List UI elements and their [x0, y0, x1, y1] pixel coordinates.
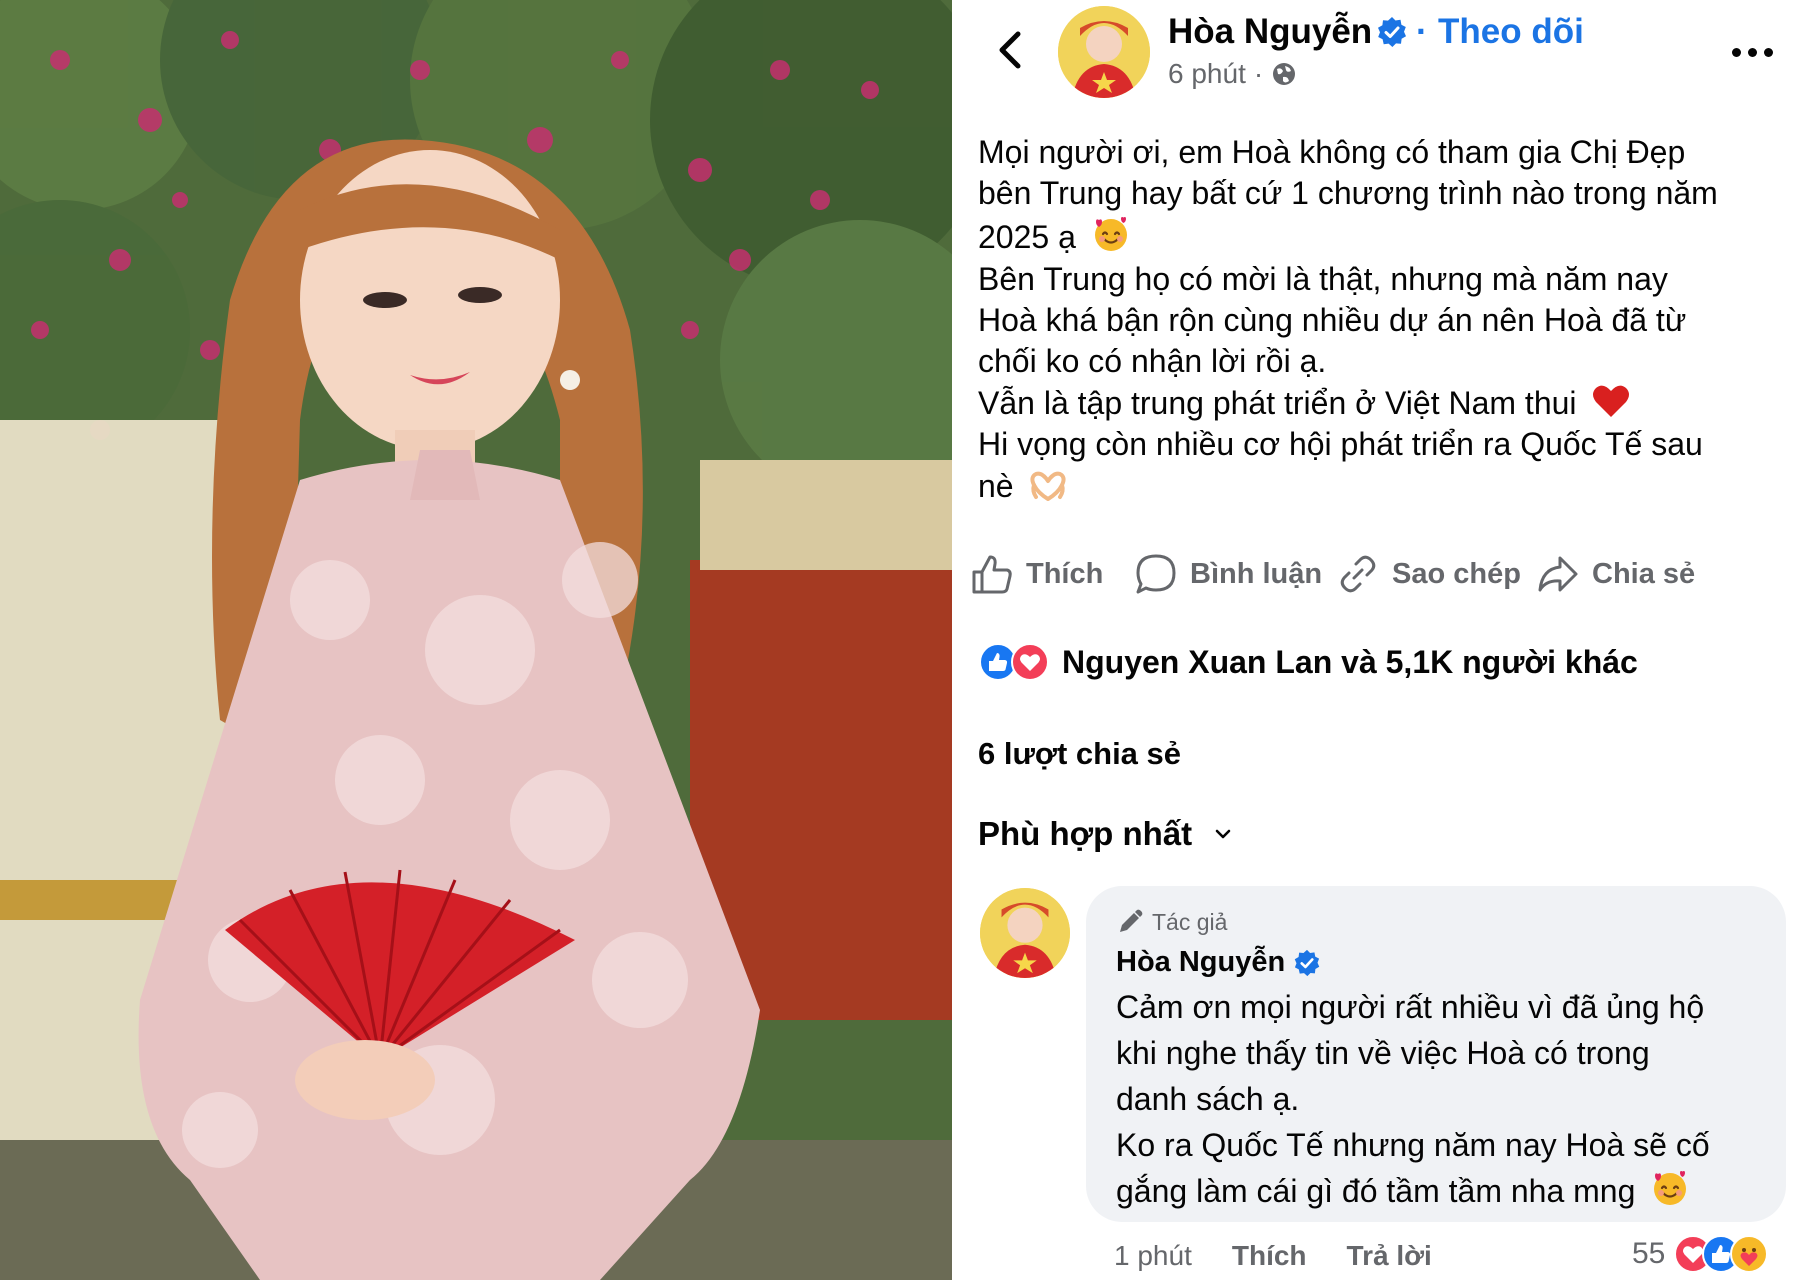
comment-line: danh sách ạ. — [1116, 1081, 1300, 1117]
comment-time[interactable]: 1 phút — [1114, 1240, 1192, 1272]
avatar-image — [1058, 6, 1150, 98]
back-button[interactable] — [988, 28, 1032, 72]
author-badge: Tác giả — [1116, 908, 1227, 936]
thumbs-up-icon — [972, 555, 1012, 594]
post-line: chối ko có nhận lời rồi ạ. — [978, 343, 1327, 380]
author-avatar[interactable] — [1058, 6, 1150, 98]
share-label: Chia sẻ — [1592, 557, 1696, 590]
comment-reaction-icons — [1673, 1234, 1769, 1274]
sort-label: Phù hợp nhất — [978, 815, 1193, 852]
more-dot-icon — [1731, 47, 1741, 57]
post-body: Mọi người ơi, em Hoà không có tham gia C… — [978, 132, 1788, 507]
comment-reply-button[interactable]: Trả lời — [1347, 1240, 1432, 1272]
pencil-icon — [1120, 909, 1143, 932]
post-meta: 6 phút · — [1168, 58, 1297, 90]
care-reaction-icon — [1730, 1235, 1769, 1273]
more-dot-icon — [1747, 47, 1757, 57]
author-name[interactable]: Hòa Nguyễn — [1168, 12, 1372, 52]
share-arrow-icon — [1538, 556, 1578, 592]
comment-line: Cảm ơn mọi người rất nhiều vì đã ủng hộ — [1116, 989, 1705, 1025]
post-line: Bên Trung họ có mời là thật, nhưng mà nă… — [978, 260, 1668, 297]
copy-link-button[interactable]: Sao chép — [1336, 546, 1521, 602]
post-time[interactable]: 6 phút — [1168, 58, 1246, 90]
reaction-icons — [978, 642, 1050, 682]
reactions-text: Nguyen Xuan Lan và 5,1K người khác — [1062, 643, 1638, 680]
post-panel: Hòa Nguyễn · Theo dõi 6 phút · Mọi người… — [952, 0, 1800, 1280]
post-line: Hi vọng còn nhiều cơ hội phát triển ra Q… — [978, 426, 1703, 463]
comment-sort-dropdown[interactable]: Phù hợp nhất — [978, 815, 1232, 853]
post-photo[interactable] — [0, 0, 952, 1280]
verified-badge-icon — [1378, 17, 1406, 47]
commenter-avatar[interactable] — [980, 888, 1070, 978]
link-icon — [1340, 555, 1376, 593]
post-line: Mọi người ơi, em Hoà không có tham gia C… — [978, 134, 1686, 170]
comment-label: Bình luận — [1190, 557, 1323, 590]
post-line: Vẫn là tập trung phát triển ở Việt Nam t… — [978, 382, 1788, 424]
comment-bubble: Tác giả Hòa Nguyễn Cảm ơn mọi người rất … — [1086, 886, 1786, 1222]
red-heart-icon — [1593, 385, 1630, 418]
comment-line: Ko ra Quốc Tế nhưng năm nay Hoà sẽ cố — [1116, 1127, 1710, 1163]
author-badge-label: Tác giả — [1152, 908, 1228, 935]
comment-reactions[interactable]: 55 — [1632, 1232, 1769, 1276]
shares-count[interactable]: 6 lượt chia sẻ — [978, 736, 1181, 772]
photo-illustration — [0, 0, 952, 1280]
smiling-face-with-hearts-icon — [1094, 217, 1127, 252]
like-button[interactable]: Thích — [970, 546, 1103, 602]
post-line: nè — [978, 466, 1788, 507]
globe-icon — [1273, 63, 1296, 85]
chevron-left-icon — [999, 31, 1021, 69]
comment-like-button[interactable]: Thích — [1232, 1240, 1307, 1272]
comment-author[interactable]: Hòa Nguyễn — [1116, 946, 1321, 979]
avatar-image — [980, 888, 1070, 978]
like-label: Thích — [1026, 557, 1104, 590]
comment-body: Cảm ơn mọi người rất nhiều vì đã ủng hộ … — [1116, 984, 1766, 1214]
header-separator: · — [1416, 12, 1428, 51]
follow-button[interactable]: Theo dõi — [1438, 12, 1584, 52]
reactions-summary[interactable]: Nguyen Xuan Lan và 5,1K người khác — [978, 642, 1638, 682]
post-line: Hoà khá bận rộn cùng nhiều dự án nên Hoà… — [978, 301, 1687, 338]
post-line: bên Trung hay bất cứ 1 chương trình nào … — [978, 175, 1718, 212]
more-dot-icon — [1763, 47, 1773, 57]
comment-actions: 1 phút Thích Trả lời — [1114, 1236, 1472, 1276]
smiling-face-with-hearts-icon — [1654, 1171, 1687, 1205]
post-action-bar: Thích Bình luận Sao chép Chia sẻ — [970, 546, 1800, 602]
comment-line: gắng làm cái gì đó tầm tầm nha mng — [1116, 1168, 1766, 1214]
comment-button[interactable]: Bình luận — [1134, 546, 1322, 602]
heart-hands-icon — [1030, 471, 1067, 501]
love-reaction-icon — [1011, 643, 1049, 681]
copy-label: Sao chép — [1392, 557, 1521, 590]
comment-icon — [1136, 554, 1176, 594]
verified-badge-icon — [1294, 949, 1320, 976]
comment-author-name: Hòa Nguyễn — [1116, 946, 1286, 978]
chevron-down-icon — [1215, 829, 1231, 839]
comment-line: khi nghe thấy tin về việc Hoà có trong — [1116, 1035, 1650, 1071]
post-line: 2025 ạ — [978, 214, 1788, 258]
meta-separator: · — [1253, 58, 1264, 89]
share-button[interactable]: Chia sẻ — [1536, 546, 1695, 602]
comment-reaction-count: 55 — [1632, 1237, 1666, 1270]
more-options-button[interactable] — [1724, 34, 1780, 70]
